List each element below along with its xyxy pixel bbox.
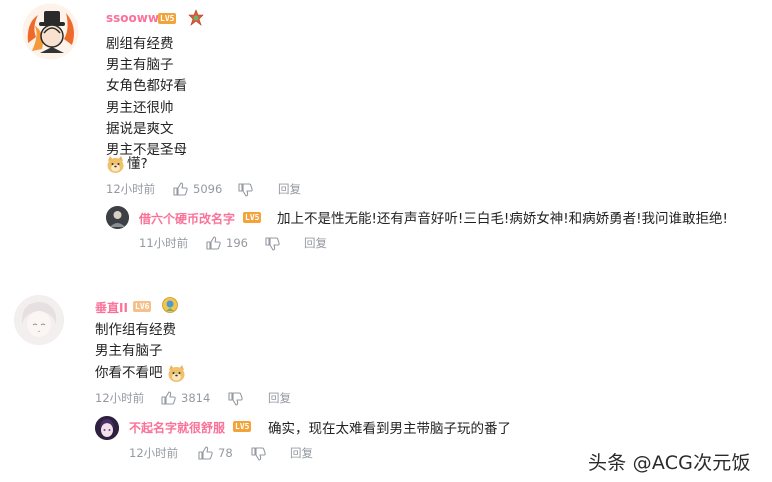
reply-avatar[interactable] [106, 206, 129, 229]
thumbs-up-icon [198, 446, 213, 460]
like-button[interactable]: 78 [198, 445, 233, 461]
reply-avatar-image [95, 416, 119, 440]
like-count: 5096 [193, 182, 223, 196]
like-count: 196 [226, 236, 248, 250]
doge-emoji-icon [106, 155, 125, 174]
avatar-image [22, 3, 79, 60]
level-badge: LV5 [233, 421, 252, 432]
comment-text-line: 女角色都好看 [106, 78, 187, 94]
comment-text-line: 男主有脑子 [106, 57, 174, 73]
reply-button[interactable]: 回复 [304, 235, 327, 251]
comment-username[interactable]: 垂直II [95, 299, 128, 316]
like-button[interactable]: 196 [206, 235, 248, 251]
thumbs-down-icon [238, 183, 253, 197]
medal-icon [161, 296, 179, 314]
comment-time: 12小时前 [106, 182, 156, 196]
reply-avatar-image [106, 206, 129, 229]
thumbs-down-icon [228, 392, 243, 406]
comment-meta-row: 12小时前 [106, 181, 155, 197]
comment-text-line: 剧组有经费 [106, 36, 174, 52]
reply-text: 确实，现在太难看到男主带脑子玩的番了 [268, 421, 511, 437]
reply-time: 11小时前 [139, 236, 189, 250]
like-count: 78 [218, 446, 233, 460]
level-badge: LV6 [133, 301, 152, 312]
avatar-image [14, 295, 64, 345]
dislike-button[interactable] [228, 391, 243, 407]
reply-username[interactable]: 不起名字就很舒服 [129, 419, 225, 436]
level-badge: LV5 [243, 212, 262, 223]
avatar[interactable] [14, 295, 64, 345]
like-count: 3814 [181, 391, 211, 405]
thumbs-down-icon [251, 447, 266, 461]
like-button[interactable]: 5096 [173, 181, 222, 197]
thumbs-down-icon [265, 237, 280, 251]
reply-text: 加上不是性无能!还有声音好听!三白毛!病娇女神!和病娇勇者!我问谁敢拒绝! [277, 211, 728, 227]
watermark: 头条 @ACG次元饭 [588, 452, 751, 474]
comment-text-line: 据说是爽文 [106, 121, 174, 137]
medal-icon [187, 9, 205, 27]
reply-button[interactable]: 回复 [290, 445, 313, 461]
reply-avatar[interactable] [95, 416, 119, 440]
thumbs-up-icon [173, 182, 188, 196]
thumbs-up-icon [206, 236, 221, 250]
reply-time: 12小时前 [129, 446, 179, 460]
reply-username[interactable]: 借六个硬币改名字 [139, 210, 235, 227]
avatar[interactable] [22, 3, 79, 60]
dislike-button[interactable] [251, 446, 266, 462]
comment-text-line: 制作组有经费 [95, 322, 176, 338]
thumbs-up-icon [161, 391, 176, 405]
dislike-button[interactable] [265, 236, 280, 252]
comment-text-line: 男主还很帅 [106, 100, 174, 116]
level-badge: LV5 [158, 13, 177, 24]
reply-button[interactable]: 回复 [268, 390, 291, 406]
comment-time: 12小时前 [95, 391, 145, 405]
comment-text-line: 男主有脑子 [95, 343, 163, 359]
like-button[interactable]: 3814 [161, 390, 210, 406]
comment-username[interactable]: ssooww [106, 11, 159, 25]
doge-emoji-icon [167, 364, 186, 383]
comment-text-line: 你看不看吧 [95, 365, 163, 381]
dislike-button[interactable] [238, 182, 253, 198]
reply-button[interactable]: 回复 [278, 181, 301, 197]
comment-text-line: 懂? [127, 156, 148, 172]
